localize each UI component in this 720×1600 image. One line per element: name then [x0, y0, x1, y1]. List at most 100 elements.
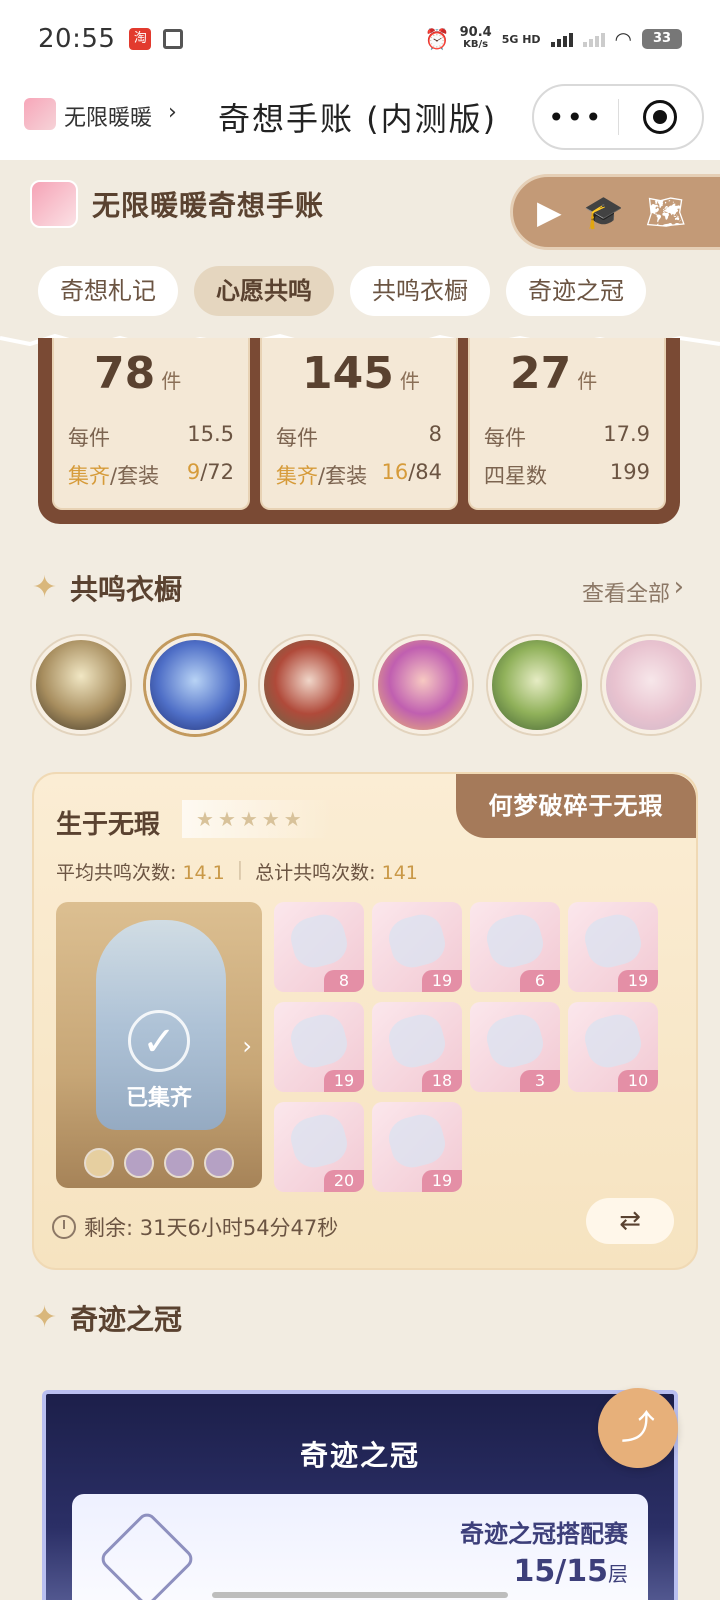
brand-icon: [30, 180, 78, 228]
stat-label: 每件: [68, 426, 110, 450]
stat-unit: 件: [399, 369, 420, 393]
chevron-right-icon[interactable]: ›: [674, 572, 684, 602]
more-button[interactable]: •••: [534, 101, 618, 134]
evolution-stage-icon[interactable]: [204, 1148, 234, 1178]
outfit-avatar[interactable]: [488, 636, 586, 734]
collected-label: 已集齐: [125, 1086, 192, 1111]
outfit-name: 生于无瑕: [56, 810, 161, 840]
swap-button[interactable]: ⇄: [586, 1198, 674, 1244]
star-icon: ★: [196, 807, 214, 831]
clothing-item[interactable]: 19: [372, 902, 462, 992]
evolution-stage-icon[interactable]: [84, 1148, 114, 1178]
clothing-item[interactable]: 18: [372, 1002, 462, 1092]
outfit-avatar-selected[interactable]: [146, 636, 244, 734]
stat-count: 78 件: [94, 348, 181, 399]
wifi-icon: ◠: [614, 27, 632, 51]
star-icon: ★: [239, 807, 258, 831]
stat-count: 145 件: [302, 348, 420, 399]
item-count: 19: [422, 1170, 462, 1192]
star-icon: ★: [261, 807, 280, 831]
clothing-item[interactable]: 20: [274, 1102, 364, 1192]
stat-value: 15.5: [187, 422, 234, 446]
crown-event-panel: 奇迹之冠搭配赛 15/15层: [72, 1494, 648, 1600]
avg-resonance: 平均共鸣次数: 14.1: [56, 858, 225, 885]
taobao-icon: 淘: [129, 28, 152, 50]
stat-label: 集齐/套装: [68, 460, 159, 490]
chevron-right-icon[interactable]: ›: [168, 100, 177, 125]
section-header-wardrobe: ✦ 共鸣衣橱: [32, 568, 182, 608]
clothing-item[interactable]: 19: [568, 902, 658, 992]
evolution-stage-icon[interactable]: [164, 1148, 194, 1178]
tab-wish-resonance[interactable]: 心愿共鸣: [194, 266, 334, 316]
status-bar: 20:55 淘 ⏰ 90.4 KB/s 5G HD ◠ 33: [0, 0, 720, 78]
stat-card: 27 件 每件 17.9 四星数 199: [468, 338, 666, 510]
star-icon: ★: [283, 807, 302, 831]
outfit-avatar[interactable]: [32, 636, 130, 734]
arrow-right-icon: ›: [242, 1032, 252, 1060]
stat-row: 每件 8: [276, 422, 442, 452]
clothing-item[interactable]: 8: [274, 902, 364, 992]
item-count: 19: [422, 970, 462, 992]
outfit-avatar[interactable]: [602, 636, 700, 734]
item-count: 10: [618, 1070, 658, 1092]
section-header-crown: ✦ 奇迹之冠: [32, 1298, 182, 1338]
outfit-avatar[interactable]: [260, 636, 358, 734]
capsule-menu: •••: [532, 84, 704, 150]
stats-panel: 78 件 每件 15.5 集齐/套装 9/72 145 件 每件 8 集齐/套装 16/84…: [38, 338, 680, 524]
outfit-stats: 平均共鸣次数: 14.1 | 总计共鸣次数: 141: [56, 858, 418, 885]
set-total: /84: [408, 460, 442, 484]
view-all-link[interactable]: 查看全部: [582, 576, 670, 608]
total-resonance: 总计共鸣次数: 141: [255, 858, 418, 885]
app-name-link[interactable]: 无限暖暖: [64, 100, 152, 132]
clothing-item[interactable]: 6: [470, 902, 560, 992]
app-avatar-icon[interactable]: [24, 98, 56, 130]
crown-progress: 15/15层: [514, 1554, 628, 1589]
close-miniprogram-button[interactable]: [619, 100, 703, 134]
map-icon[interactable]: 🗺: [645, 193, 686, 231]
stat-value: 9/72: [187, 460, 234, 490]
stat-unit: 件: [577, 369, 598, 393]
miracle-crown-card[interactable]: 奇迹之冠 奇迹之冠搭配赛 15/15层: [42, 1390, 678, 1600]
clothing-item[interactable]: 19: [372, 1102, 462, 1192]
tutorial-icon[interactable]: 🎓: [584, 193, 624, 231]
clothing-item[interactable]: 19: [274, 1002, 364, 1092]
share-icon: ⤴: [621, 1408, 655, 1448]
avatar-carousel: [32, 636, 700, 734]
stat-label: 每件: [276, 426, 318, 450]
collected-value: 9: [186, 460, 201, 484]
stat-row: 集齐/套装 9/72: [68, 460, 234, 490]
network-type: 5G HD: [501, 32, 541, 46]
stat-card: 78 件 每件 15.5 集齐/套装 9/72: [52, 338, 250, 510]
clock-icon: [52, 1215, 76, 1239]
tab-miracle-crown[interactable]: 奇迹之冠: [506, 266, 646, 316]
play-icon[interactable]: ▶: [537, 193, 562, 231]
item-count: 8: [324, 970, 364, 992]
speed-value: 90.4: [459, 25, 492, 40]
battery-icon: 33: [642, 29, 682, 49]
item-count: 19: [618, 970, 658, 992]
stat-value: 199: [609, 460, 650, 484]
stat-row: 集齐/套装 16/84: [276, 460, 442, 490]
stat-label: 每件: [484, 426, 526, 450]
evolution-dots: [56, 1148, 262, 1178]
progress-value: 15/15: [513, 1554, 608, 1589]
stat-number: 27: [510, 348, 572, 399]
evolution-stage-icon[interactable]: [124, 1148, 154, 1178]
clothing-item[interactable]: 3: [470, 1002, 560, 1092]
clothing-item[interactable]: 10: [568, 1002, 658, 1092]
item-count: 6: [520, 970, 560, 992]
collected-label: 集齐: [276, 464, 318, 488]
share-button[interactable]: ⤴: [598, 1388, 678, 1468]
tab-wardrobe[interactable]: 共鸣衣橱: [350, 266, 490, 316]
tab-notes[interactable]: 奇想札记: [38, 266, 178, 316]
set-label: /套装: [318, 464, 368, 488]
timer-text: 剩余: 31天6小时54分47秒: [84, 1216, 339, 1240]
outfit-avatar[interactable]: [374, 636, 472, 734]
checkmark-icon: ✓: [128, 1010, 190, 1072]
sparkle-icon: ✦: [32, 570, 58, 605]
outfit-hero-image[interactable]: › ✓ 已集齐: [56, 902, 262, 1188]
collected-value: 16: [381, 460, 409, 484]
stat-row: 四星数 199: [484, 460, 650, 490]
stat-count: 27 件: [510, 348, 597, 399]
section-title: 共鸣衣橱: [70, 573, 183, 606]
